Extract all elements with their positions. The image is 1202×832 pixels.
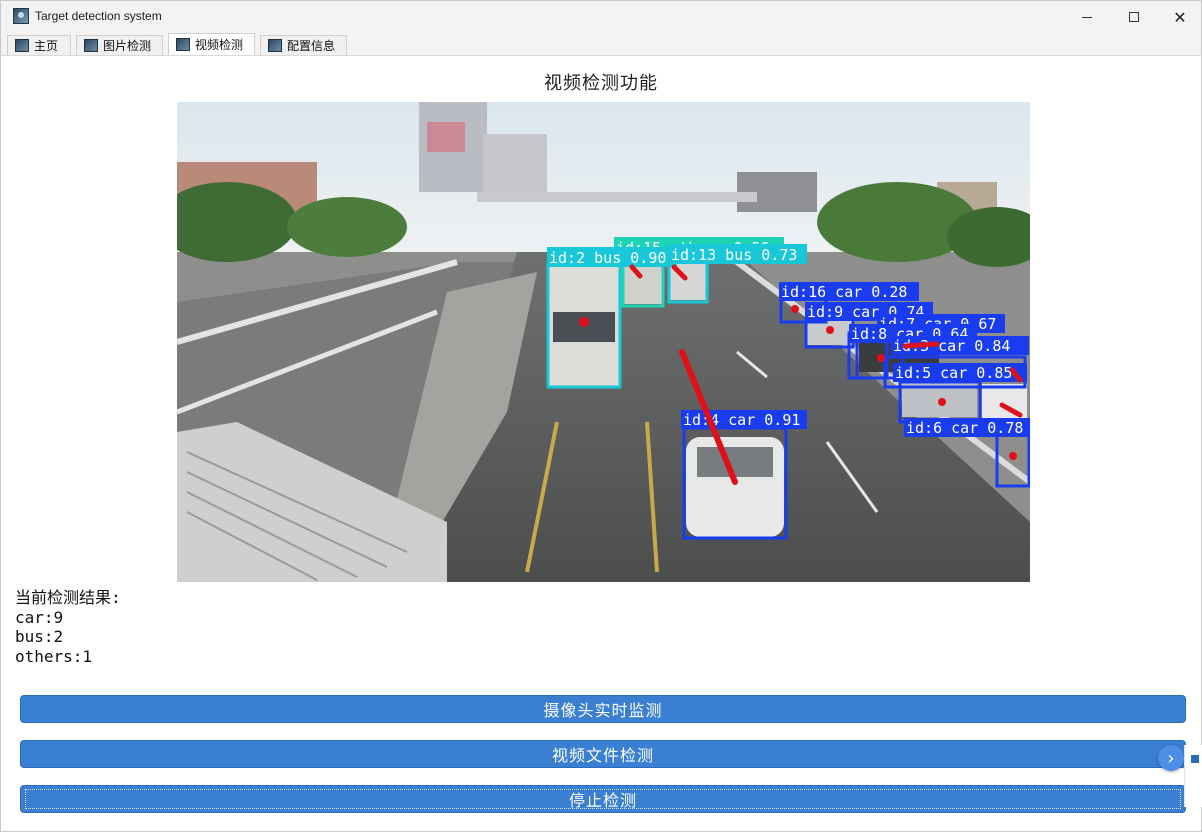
building-sign — [427, 122, 465, 152]
app-window: Target detection system ✕ 主页 图片检测 视频检测 配… — [0, 0, 1202, 832]
label-bus-2: id:2 bus 0.90 — [549, 249, 666, 267]
tab-bar: 主页 图片检测 视频检测 配置信息 — [1, 33, 1201, 56]
tab-label: 主页 — [34, 39, 59, 53]
tab-label: 视频检测 — [195, 38, 244, 52]
result-line-bus: bus:2 — [15, 627, 64, 646]
side-panel-edge — [1184, 745, 1202, 807]
close-icon: ✕ — [1173, 7, 1187, 27]
result-line-others: others:1 — [15, 646, 93, 666]
label-bus-13: id:13 bus 0.73 — [671, 246, 797, 264]
car-windshield — [697, 447, 773, 477]
app-image-icon — [15, 39, 29, 52]
video-detection-panel: 视频检测功能 id:2 bus 0.90 id:13 bus 0.73 id:1… — [1, 56, 1201, 831]
tab-image-detection[interactable]: 图片检测 — [76, 35, 163, 55]
track-point — [826, 326, 834, 334]
label-car-6: id:6 car 0.78 — [906, 419, 1023, 437]
tab-label: 配置信息 — [287, 39, 336, 53]
detection-scene: id:15 others 0.56 id:2 bus 0.90 id:13 bu… — [177, 102, 1030, 582]
results-heading: 当前检测结果: — [15, 588, 121, 607]
track-point — [1009, 452, 1017, 460]
result-line-car: car:9 — [15, 607, 64, 627]
track-trail-7 — [902, 341, 940, 349]
minimize-button[interactable] — [1064, 1, 1110, 33]
track-point — [877, 354, 885, 362]
label-car-16: id:16 car 0.28 — [781, 283, 907, 301]
window-title: Target detection system — [35, 9, 162, 23]
stop-detection-label: 停止检测 — [568, 791, 637, 810]
track-point — [791, 305, 799, 313]
overpass — [477, 192, 757, 202]
detection-results: 当前检测结果: car:9 bus:2 others:1 — [15, 588, 121, 666]
page-title: 视频检测功能 — [544, 73, 658, 94]
video-frame: id:15 others 0.56 id:2 bus 0.90 id:13 bu… — [177, 102, 1030, 582]
maximize-icon — [1129, 12, 1139, 22]
title-bar: Target detection system ✕ — [1, 1, 1201, 33]
label-car-4: id:4 car 0.91 — [683, 411, 800, 429]
camera-detection-button[interactable]: 摄像头实时监测 — [20, 695, 1186, 723]
chevron-right-icon: › — [1167, 747, 1175, 769]
tab-config-info[interactable]: 配置信息 — [260, 35, 347, 55]
close-button[interactable]: ✕ — [1157, 1, 1201, 33]
app-icon — [13, 8, 29, 24]
tab-home[interactable]: 主页 — [7, 35, 71, 55]
minimize-icon — [1082, 16, 1092, 18]
label-car-5: id:5 car 0.85 — [895, 364, 1012, 382]
stop-detection-button[interactable]: 停止检测 — [20, 785, 1186, 813]
app-image-icon — [84, 39, 98, 52]
video-file-detection-button[interactable]: 视频文件检测 — [20, 740, 1186, 768]
tab-video-detection[interactable]: 视频检测 — [168, 33, 255, 55]
building — [483, 134, 547, 194]
trees — [287, 197, 407, 257]
tab-label: 图片检测 — [103, 39, 152, 53]
expand-side-panel-button[interactable]: › — [1158, 745, 1184, 771]
app-image-icon — [176, 38, 190, 51]
maximize-button[interactable] — [1111, 1, 1157, 33]
track-point — [938, 398, 946, 406]
app-image-icon — [268, 39, 282, 52]
track-point — [579, 317, 589, 327]
